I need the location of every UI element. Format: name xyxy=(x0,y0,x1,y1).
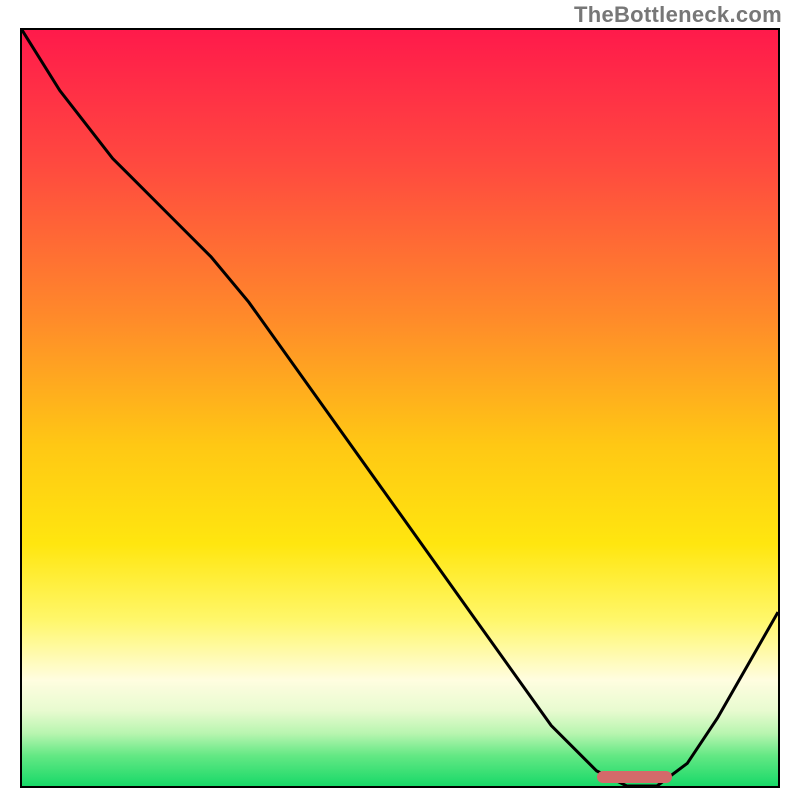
watermark-text: TheBottleneck.com xyxy=(574,2,782,28)
bottleneck-curve xyxy=(22,30,778,786)
chart-canvas: TheBottleneck.com xyxy=(0,0,800,800)
optimal-range-marker xyxy=(597,771,673,783)
chart-frame xyxy=(20,28,780,788)
curve-path xyxy=(22,30,778,786)
